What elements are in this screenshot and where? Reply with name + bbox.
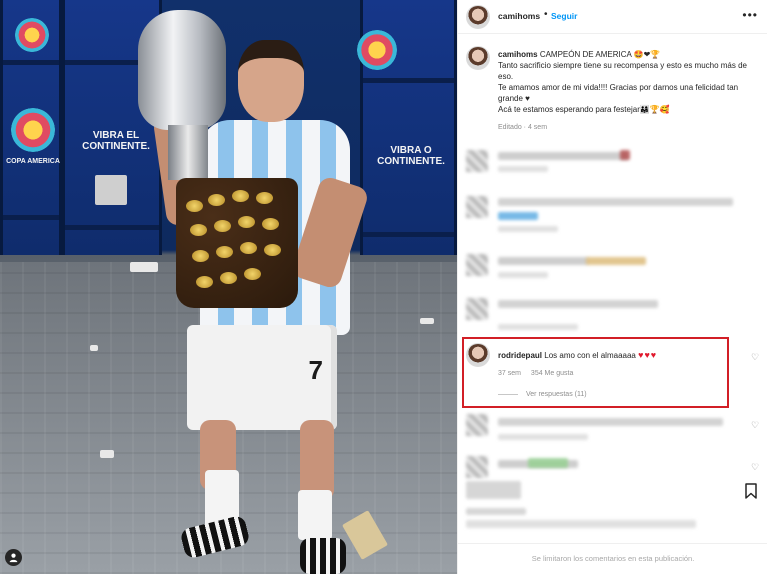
comment-hearts: ♥♥♥ [638, 350, 658, 360]
banner-vibra-o-continente: VIBRA O CONTINENTE. [377, 145, 445, 167]
shorts: 7 [187, 325, 337, 430]
caption-line-2: Tanto sacrificio siempre tiene su recomp… [498, 61, 748, 81]
locker-left: COPA AMERICA [0, 0, 62, 255]
heart-outline-icon[interactable]: ♡ [750, 462, 760, 472]
comment-time: 37 sem [498, 370, 521, 377]
more-options-icon[interactable]: ••• [742, 8, 758, 22]
post-photo[interactable]: COPA AMERICA VIBRA EL CONTINENTE. VIBRA … [0, 0, 457, 574]
view-replies-label: Ver respuestas (11) [526, 391, 587, 398]
comment-text: Los amo con el almaaaaa [544, 351, 636, 360]
comment-likes[interactable]: 354 Me gusta [531, 370, 573, 377]
post-side-panel: camihoms • Seguir ••• camihoms CAMPEÓN D… [457, 0, 767, 574]
highlighted-comment: rodridepaul Los amo con el almaaaaa ♥♥♥ [498, 350, 657, 360]
post-header: camihoms • Seguir ••• [458, 0, 767, 34]
locker-right: VIBRA O CONTINENTE. [357, 0, 457, 255]
banner-small-text: COPA AMERICA [6, 158, 60, 165]
replies-divider [498, 394, 518, 395]
heart-outline-icon[interactable]: ♡ [750, 352, 760, 362]
caption-author[interactable]: camihoms [498, 50, 538, 59]
caption-line-1: CAMPEÓN DE AMERICA 🤩❤🏆 [539, 50, 661, 59]
separator-dot: • [544, 9, 548, 20]
slide-right [300, 538, 346, 574]
rodridepaul-avatar[interactable] [466, 343, 490, 367]
banner-vibra-el-continente: VIBRA EL CONTINENTE. [82, 130, 150, 152]
leg-right [300, 420, 334, 500]
sock-right [298, 490, 332, 540]
view-replies-button[interactable]: Ver respuestas (11) [498, 391, 587, 398]
author-username[interactable]: camihoms [498, 11, 540, 21]
comments-limited-notice: Se limitaron los comentarios en esta pub… [458, 543, 767, 574]
trophy-base [176, 178, 298, 308]
copa-america-logo [15, 18, 49, 52]
comment-author[interactable]: rodridepaul [498, 351, 542, 360]
heart-outline-icon[interactable]: ♡ [750, 420, 760, 430]
follow-button[interactable]: Seguir [551, 11, 577, 21]
caption-edited-time: Editado · 4 sem [498, 124, 548, 131]
caption-author-avatar[interactable] [466, 46, 490, 70]
comment-meta: 37 sem 354 Me gusta [498, 370, 581, 377]
user-tag-icon[interactable] [5, 549, 22, 566]
caption-line-4: Acá te estamos esperando para festejar👨‍… [498, 105, 670, 114]
trophy-cup [138, 10, 226, 130]
shorts-number: 7 [308, 355, 323, 385]
trophy-neck [168, 125, 208, 180]
copa-america-logo [11, 108, 55, 152]
bookmark-icon[interactable] [744, 483, 758, 499]
copa-america-logo [357, 30, 397, 70]
author-avatar[interactable] [466, 5, 490, 29]
player-head [238, 40, 304, 122]
caption-body: camihoms CAMPEÓN DE AMERICA 🤩❤🏆 Tanto sa… [498, 49, 760, 115]
post-actions-bar [458, 475, 767, 505]
caption-line-3: Te amamos amor de mi vida!!!! Gracias po… [498, 83, 739, 103]
